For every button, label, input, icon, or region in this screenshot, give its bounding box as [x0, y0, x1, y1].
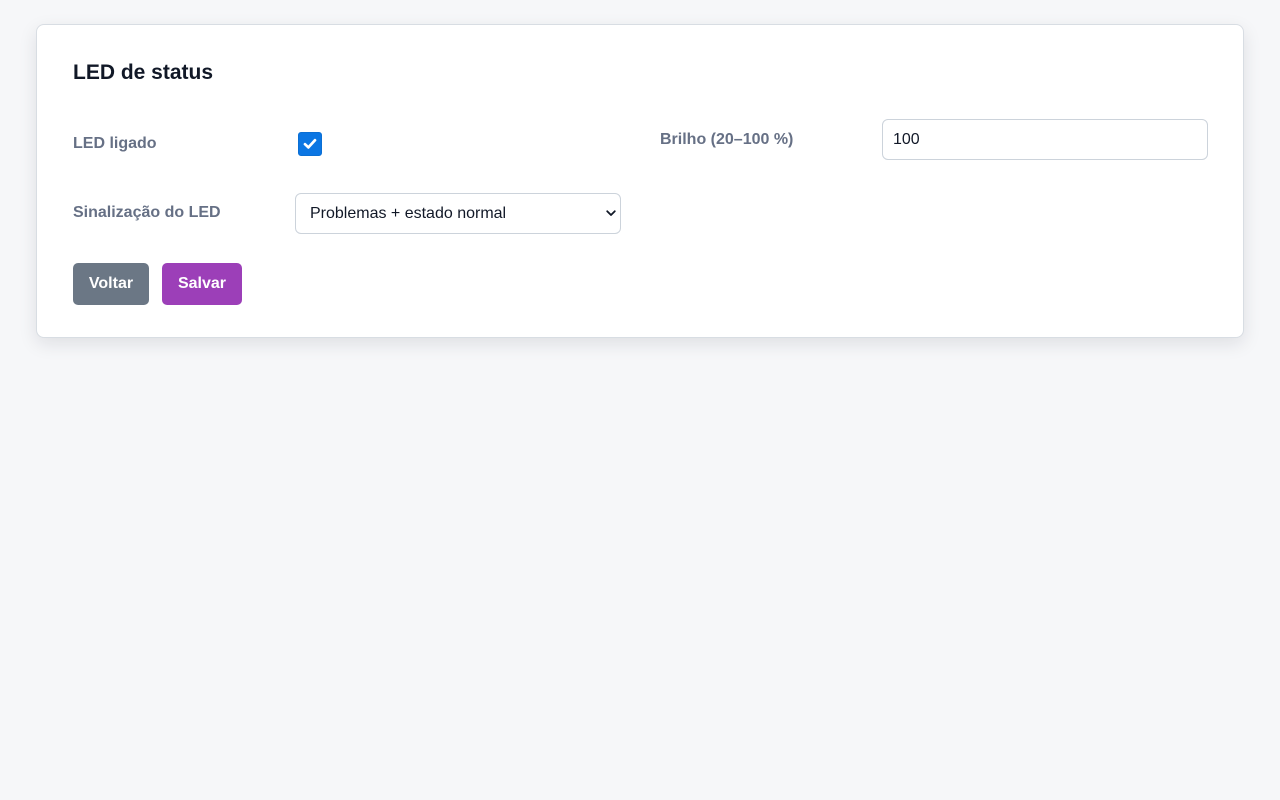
back-button[interactable]: Voltar: [73, 263, 149, 305]
led-signaling-label: Sinalização do LED: [73, 204, 221, 221]
led-signaling-select[interactable]: Problemas + estado normal: [295, 193, 621, 234]
led-on-checkbox[interactable]: [298, 132, 322, 156]
card-title: LED de status: [73, 61, 214, 84]
brightness-label: Brilho (20–100 %): [660, 131, 794, 148]
led-on-label: LED ligado: [73, 135, 157, 152]
led-signaling-selected-value: Problemas + estado normal: [310, 205, 507, 222]
led-status-card: LED de status LED ligado Brilho (20–100 …: [36, 24, 1244, 338]
led-on-checkbox-wrapper[interactable]: [298, 132, 324, 158]
brightness-input[interactable]: [882, 119, 1208, 160]
save-button[interactable]: Salvar: [162, 263, 242, 305]
chevron-down-icon: [606, 210, 616, 216]
